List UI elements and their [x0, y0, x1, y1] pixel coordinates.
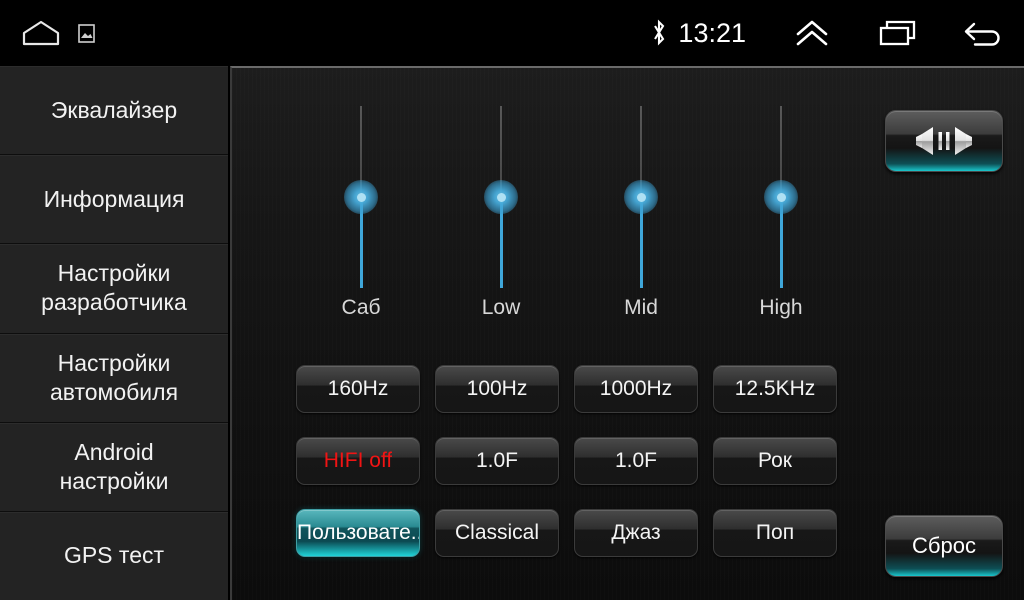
equalizer-screen: 13:21 Эквалайзер Информация Настройки ра… — [0, 0, 1024, 600]
eq-preset-rock[interactable]: Рок — [713, 437, 837, 485]
slider-thumb[interactable] — [764, 180, 798, 214]
eq-preset-pop[interactable]: Поп — [713, 509, 837, 557]
double-chevron-up-icon[interactable] — [794, 18, 830, 48]
status-bar-clock: 13:21 — [678, 17, 746, 48]
eq-button-12-5khz[interactable]: 12.5KHz — [713, 365, 837, 413]
back-arrow-icon[interactable] — [962, 18, 1004, 48]
eq-slider-label-low: Low — [481, 296, 521, 319]
sidebar-item-equalizer[interactable]: Эквалайзер — [0, 66, 228, 156]
eq-slider-sub[interactable]: Саб — [316, 98, 406, 328]
eq-slider-mid[interactable]: Mid — [596, 98, 686, 328]
eq-slider-label-mid: Mid — [624, 296, 658, 319]
balance-fader-button[interactable] — [885, 110, 1003, 172]
eq-slider-low[interactable]: Low — [456, 98, 546, 328]
sidebar-item-information[interactable]: Информация — [0, 155, 228, 245]
eq-preset-jazz[interactable]: Джаз — [574, 509, 698, 557]
sidebar-item-developer-settings[interactable]: Настройки разработчика — [0, 244, 228, 334]
status-bar-left — [22, 0, 95, 66]
slider-thumb[interactable] — [484, 180, 518, 214]
bluetooth-icon — [650, 18, 668, 48]
eq-preset-user[interactable]: Пользовате... — [296, 509, 420, 557]
eq-slider-label-high: High — [759, 296, 803, 319]
eq-button-1000hz[interactable]: 1000Hz — [574, 365, 698, 413]
eq-slider-label-sub: Саб — [341, 296, 381, 319]
status-bar-right: 13:21 — [650, 0, 1004, 66]
slider-thumb[interactable] — [344, 180, 378, 214]
eq-slider-high[interactable]: High — [736, 98, 826, 328]
sidebar: Эквалайзер Информация Настройки разработ… — [0, 66, 228, 600]
eq-preset-classical[interactable]: Classical — [435, 509, 559, 557]
eq-button-160hz[interactable]: 160Hz — [296, 365, 420, 413]
eq-button-front-gain[interactable]: 1.0F — [435, 437, 559, 485]
status-bar: 13:21 — [0, 0, 1024, 66]
eq-button-rear-gain[interactable]: 1.0F — [574, 437, 698, 485]
screenshot-icon[interactable] — [78, 23, 95, 43]
reset-button-label: Сброс — [912, 533, 976, 558]
main-panel: Саб Low Mid High 160Hz 100Hz 1000Hz 12.5… — [230, 66, 1024, 600]
slider-thumb[interactable] — [624, 180, 658, 214]
eq-button-100hz[interactable]: 100Hz — [435, 365, 559, 413]
eq-slider-group: Саб Low Mid High — [232, 68, 1024, 328]
sidebar-item-gps-test[interactable]: GPS тест — [0, 511, 228, 600]
sidebar-item-android-settings[interactable]: Android настройки — [0, 422, 228, 512]
home-icon[interactable] — [22, 20, 60, 46]
reset-button[interactable]: Сброс — [885, 515, 1003, 577]
balance-fader-icon — [913, 125, 975, 157]
eq-button-hifi-off[interactable]: HIFI off — [296, 437, 420, 485]
recents-icon[interactable] — [878, 18, 918, 48]
sidebar-item-car-settings[interactable]: Настройки автомобиля — [0, 333, 228, 423]
